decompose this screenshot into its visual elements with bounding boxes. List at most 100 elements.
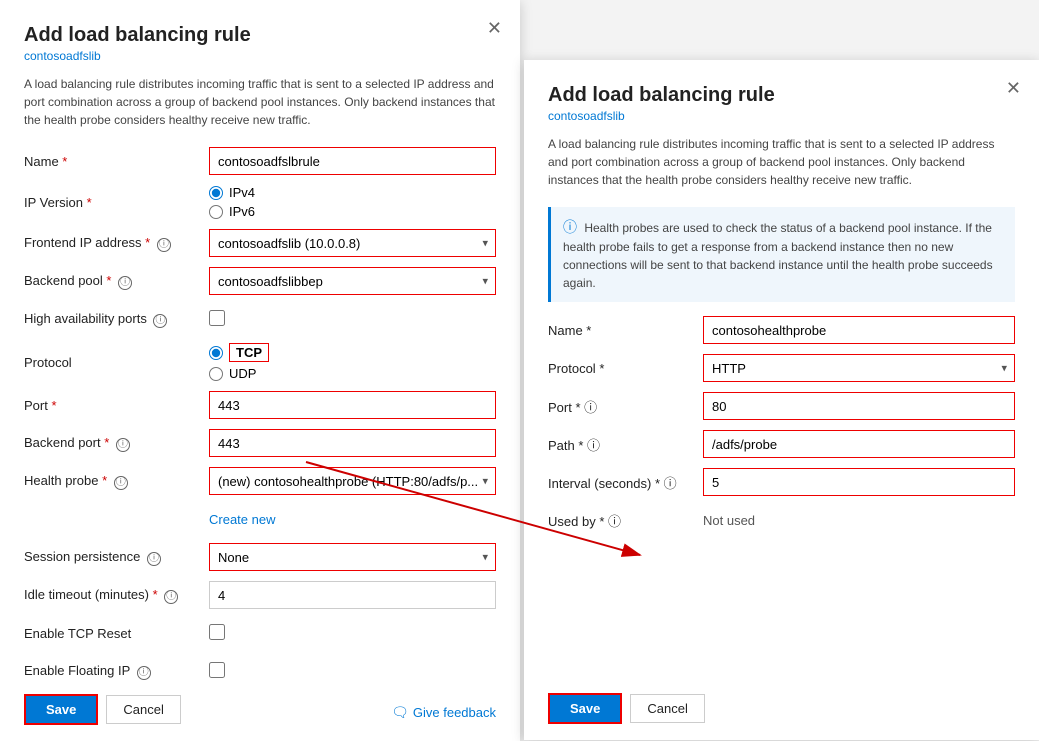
cancel-button-right[interactable]: Cancel (630, 694, 704, 723)
name-label: Name * (24, 154, 209, 169)
protocol-label: Protocol (24, 355, 209, 370)
backend-port-label: Backend port * ⓘ (24, 435, 209, 452)
ipv6-radio[interactable] (209, 205, 223, 219)
tcp-row: TCP (209, 343, 496, 362)
left-panel-description: A load balancing rule distributes incomi… (24, 75, 496, 129)
right-port-label: Port * ⓘ (548, 397, 703, 416)
tcp-reset-label: Enable TCP Reset (24, 626, 209, 641)
backend-pool-label: Backend pool * ⓘ (24, 273, 209, 290)
ip-version-control: IPv4 IPv6 (209, 185, 496, 219)
frontend-ip-select[interactable]: contosoadfslib (10.0.0.8) (209, 229, 496, 257)
right-name-input[interactable] (703, 316, 1015, 344)
udp-row: UDP (209, 366, 496, 381)
right-protocol-control: HTTP ▾ (703, 354, 1015, 382)
backend-port-row: Backend port * ⓘ (24, 429, 496, 457)
left-panel-title: Add load balancing rule (24, 24, 496, 47)
close-button-right[interactable]: ✕ (1006, 78, 1021, 99)
health-probe-select[interactable]: (new) contosohealthprobe (HTTP:80/adfs/p… (209, 467, 496, 495)
tcp-reset-row: Enable TCP Reset (24, 619, 496, 647)
backend-pool-info-icon[interactable]: ⓘ (118, 276, 132, 290)
idle-timeout-input[interactable] (209, 581, 496, 609)
ip-version-row: IP Version * IPv4 IPv6 (24, 185, 496, 219)
right-name-label: Name * (548, 323, 703, 338)
create-new-button[interactable]: Create new (209, 512, 275, 527)
right-used-by-value: Not used (703, 513, 755, 528)
ipv4-radio[interactable] (209, 186, 223, 200)
right-port-row: Port * ⓘ (548, 392, 1015, 420)
backend-port-info-icon[interactable]: ⓘ (116, 438, 130, 452)
ha-ports-control (209, 310, 496, 329)
floating-ip-control (209, 662, 496, 681)
right-interval-label: Interval (seconds) * ⓘ (548, 473, 703, 492)
port-input[interactable] (209, 391, 496, 419)
session-persistence-info-icon[interactable]: ⓘ (147, 552, 161, 566)
right-panel: ✕ Add load balancing rule contosoadfslib… (524, 60, 1039, 740)
feedback-button[interactable]: 🗨 Give feedback (391, 704, 496, 721)
ipv6-label: IPv6 (229, 204, 255, 219)
right-protocol-label: Protocol * (548, 361, 703, 376)
health-probe-control: (new) contosohealthprobe (HTTP:80/adfs/p… (209, 467, 496, 495)
tcp-reset-checkbox[interactable] (209, 624, 225, 640)
idle-timeout-info-icon[interactable]: ⓘ (164, 590, 178, 604)
health-probe-info-icon[interactable]: ⓘ (114, 476, 128, 490)
left-footer: Save Cancel (24, 694, 181, 725)
right-footer: Save Cancel (548, 693, 705, 724)
session-persistence-label: Session persistence ⓘ (24, 549, 209, 566)
save-button-right[interactable]: Save (548, 693, 622, 724)
right-path-input[interactable] (703, 430, 1015, 458)
info-box: ⓘ Health probes are used to check the st… (548, 207, 1015, 302)
left-panel: ✕ Add load balancing rule contosoadfslib… (0, 0, 520, 741)
name-input[interactable] (209, 147, 496, 175)
right-path-label: Path * ⓘ (548, 435, 703, 454)
frontend-ip-control: contosoadfslib (10.0.0.8) ▾ (209, 229, 496, 257)
health-probe-row: Health probe * ⓘ (new) contosohealthprob… (24, 467, 496, 495)
protocol-control: TCP UDP (209, 343, 496, 381)
ha-ports-checkbox[interactable] (209, 310, 225, 326)
ha-ports-info-icon[interactable]: ⓘ (153, 314, 167, 328)
backend-port-control (209, 429, 496, 457)
floating-ip-label: Enable Floating IP ⓘ (24, 663, 209, 680)
ipv4-label: IPv4 (229, 185, 255, 200)
right-path-control (703, 430, 1015, 458)
backend-pool-control: contosoadfslibbep ▾ (209, 267, 496, 295)
port-label: Port * (24, 398, 209, 413)
right-port-control (703, 392, 1015, 420)
backend-port-input[interactable] (209, 429, 496, 457)
close-button-left[interactable]: ✕ (487, 18, 502, 39)
name-row: Name * (24, 147, 496, 175)
right-panel-title: Add load balancing rule (548, 84, 1015, 107)
create-new-row: Create new (24, 505, 496, 533)
right-interval-input[interactable] (703, 468, 1015, 496)
backend-pool-select[interactable]: contosoadfslibbep (209, 267, 496, 295)
right-port-info-icon[interactable]: ⓘ (584, 400, 597, 415)
ipv4-row: IPv4 (209, 185, 496, 200)
right-interval-control (703, 468, 1015, 496)
right-interval-info-icon[interactable]: ⓘ (664, 476, 677, 491)
right-used-by-info-icon[interactable]: ⓘ (608, 514, 621, 529)
right-port-input[interactable] (703, 392, 1015, 420)
udp-label: UDP (229, 366, 256, 381)
right-panel-description: A load balancing rule distributes incomi… (548, 135, 1015, 189)
right-protocol-row: Protocol * HTTP ▾ (548, 354, 1015, 382)
floating-ip-info-icon[interactable]: ⓘ (137, 666, 151, 680)
right-used-by-row: Used by * ⓘ Not used (548, 506, 1015, 534)
right-path-info-icon[interactable]: ⓘ (587, 438, 600, 453)
udp-radio[interactable] (209, 367, 223, 381)
tcp-reset-control (209, 624, 496, 643)
right-protocol-select[interactable]: HTTP (703, 354, 1015, 382)
tcp-radio[interactable] (209, 346, 223, 360)
save-button-left[interactable]: Save (24, 694, 98, 725)
ipv6-row: IPv6 (209, 204, 496, 219)
feedback-icon: 🗨 (391, 704, 409, 721)
protocol-radio-group: TCP UDP (209, 343, 496, 381)
frontend-ip-info-icon[interactable]: ⓘ (157, 238, 171, 252)
right-used-by-label: Used by * ⓘ (548, 511, 703, 530)
health-probe-label: Health probe * ⓘ (24, 473, 209, 490)
port-row: Port * (24, 391, 496, 419)
port-control (209, 391, 496, 419)
name-control (209, 147, 496, 175)
cancel-button-left[interactable]: Cancel (106, 695, 180, 724)
floating-ip-checkbox[interactable] (209, 662, 225, 678)
idle-timeout-control (209, 581, 496, 609)
session-persistence-select[interactable]: None (209, 543, 496, 571)
